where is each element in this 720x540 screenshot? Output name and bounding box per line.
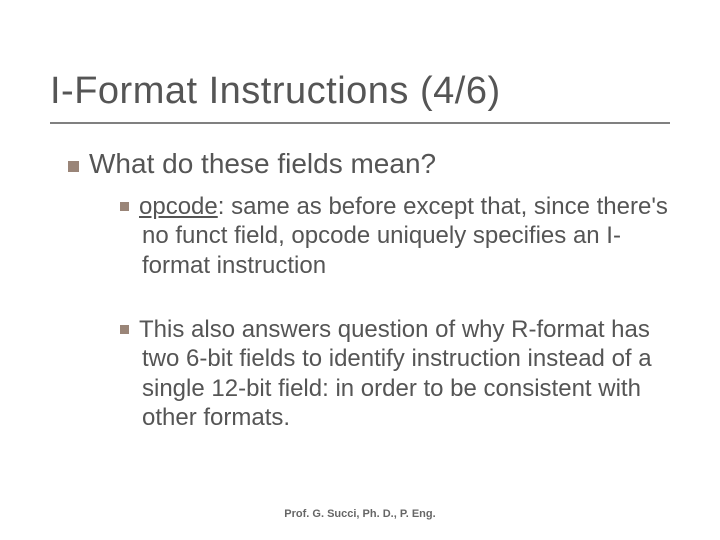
slide: I-Format Instructions (4/6) What do thes… [0, 0, 720, 540]
bullet-level1-text: What do these fields mean? [89, 148, 436, 179]
bullet-level2-item1: opcode: same as before except that, sinc… [120, 192, 680, 280]
square-bullet-icon [120, 325, 129, 334]
slide-title: I-Format Instructions (4/6) [50, 70, 501, 113]
bullet-level1: What do these fields mean? [68, 148, 668, 180]
item2-text: This also answers question of why R-form… [139, 316, 652, 431]
title-underline [50, 122, 670, 124]
opcode-description: : same as before except that, since ther… [142, 193, 668, 279]
slide-footer: Prof. G. Succi, Ph. D., P. Eng. [0, 508, 720, 520]
square-bullet-icon [120, 202, 129, 211]
square-bullet-icon [68, 161, 79, 172]
opcode-term: opcode [139, 193, 218, 220]
bullet-level2-item2: This also answers question of why R-form… [120, 315, 680, 432]
